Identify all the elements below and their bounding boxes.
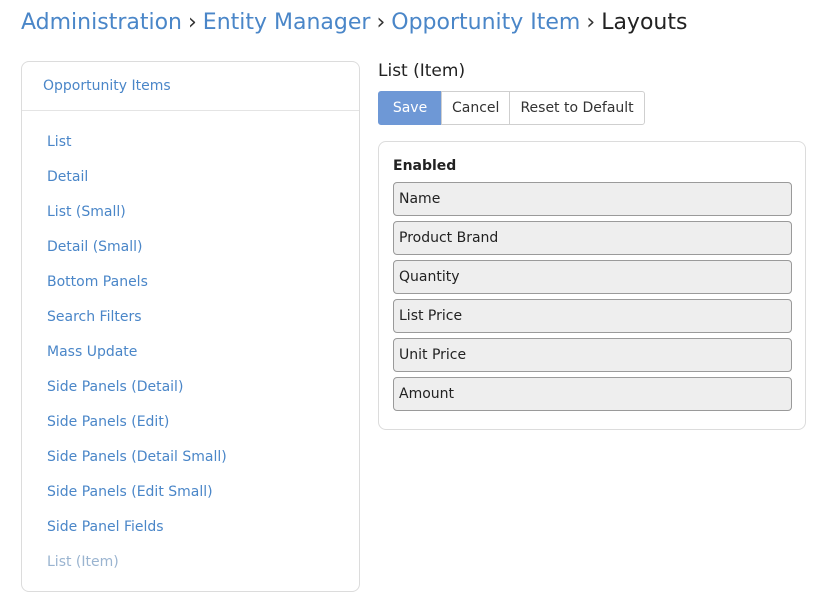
layout-item-side-panel-fields[interactable]: Side Panel Fields <box>22 510 359 545</box>
save-button[interactable]: Save <box>378 91 442 125</box>
layout-list: List Detail List (Small) Detail (Small) … <box>22 111 359 580</box>
enabled-group-title: Enabled <box>393 158 457 174</box>
layout-item-list-item[interactable]: List (Item) <box>22 545 359 580</box>
field-item-product-brand[interactable]: Product Brand <box>393 221 792 255</box>
layout-item-side-panels-detail-small[interactable]: Side Panels (Detail Small) <box>22 440 359 475</box>
layout-item-search-filters[interactable]: Search Filters <box>22 300 359 335</box>
cancel-button[interactable]: Cancel <box>441 91 511 125</box>
layout-item-list[interactable]: List <box>22 125 359 160</box>
layout-item-side-panels-detail[interactable]: Side Panels (Detail) <box>22 370 359 405</box>
layout-title: List (Item) <box>378 61 466 81</box>
layout-item-side-panels-edit-small[interactable]: Side Panels (Edit Small) <box>22 475 359 510</box>
breadcrumb-entity-manager[interactable]: Entity Manager <box>203 10 371 35</box>
field-item-list-price[interactable]: List Price <box>393 299 792 333</box>
layout-item-side-panels-edit[interactable]: Side Panels (Edit) <box>22 405 359 440</box>
breadcrumb-separator: › <box>586 10 596 35</box>
enabled-fields-panel: Enabled Name Product Brand Quantity List… <box>378 141 806 430</box>
reset-to-default-button[interactable]: Reset to Default <box>509 91 645 125</box>
layout-item-bottom-panels[interactable]: Bottom Panels <box>22 265 359 300</box>
breadcrumb: Administration › Entity Manager › Opportunit… <box>21 8 687 38</box>
layout-item-list-small[interactable]: List (Small) <box>22 195 359 230</box>
enabled-field-list: Name Product Brand Quantity List Price U… <box>393 182 792 416</box>
breadcrumb-separator: › <box>187 10 197 35</box>
layout-item-detail-small[interactable]: Detail (Small) <box>22 230 359 265</box>
field-item-quantity[interactable]: Quantity <box>393 260 792 294</box>
breadcrumb-opportunity-item[interactable]: Opportunity Item <box>391 10 580 35</box>
action-button-group: Save Cancel Reset to Default <box>378 91 645 125</box>
breadcrumb-current: Layouts <box>601 10 688 35</box>
field-item-name[interactable]: Name <box>393 182 792 216</box>
breadcrumb-separator: › <box>376 10 386 35</box>
breadcrumb-administration[interactable]: Administration <box>21 10 182 35</box>
field-item-unit-price[interactable]: Unit Price <box>393 338 792 372</box>
layout-item-mass-update[interactable]: Mass Update <box>22 335 359 370</box>
field-item-amount[interactable]: Amount <box>393 377 792 411</box>
panel-heading: Opportunity Items <box>22 62 359 111</box>
layout-list-panel: Opportunity Items List Detail List (Smal… <box>21 61 360 592</box>
layout-item-detail[interactable]: Detail <box>22 160 359 195</box>
